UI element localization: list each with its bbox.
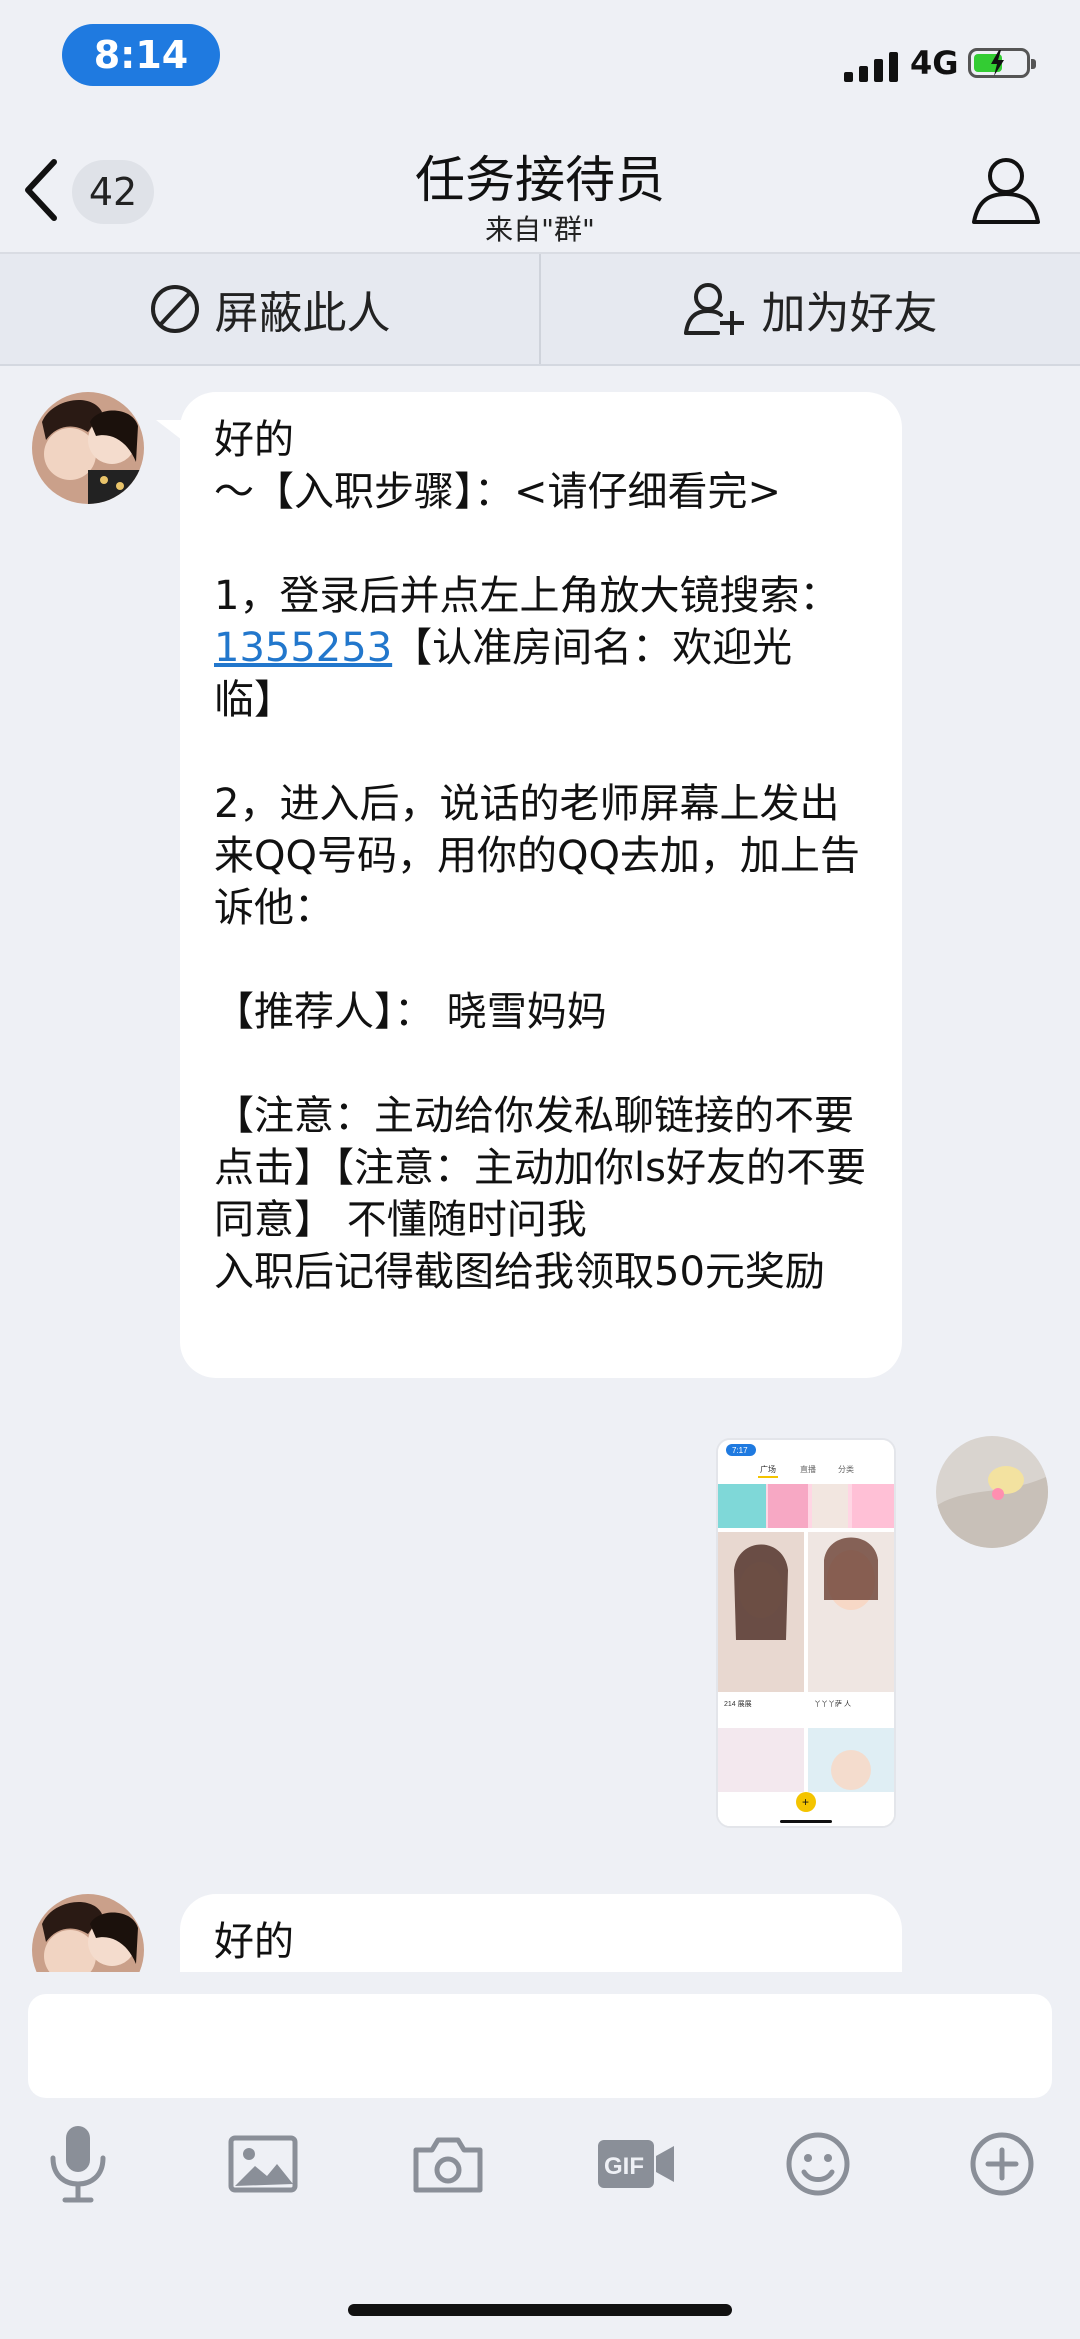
image-icon — [228, 2135, 298, 2193]
add-friend-label: 加为好友 — [761, 288, 938, 339]
image-message[interactable]: 7:17 广场 直播 分类 214 展展 丫丫丫萨 人 + — [716, 1438, 896, 1828]
page-title: 任务接待员 — [415, 151, 665, 209]
action-bar: 屏蔽此人 加为好友 — [0, 254, 1080, 366]
status-bar: 8:14 4G — [0, 0, 1080, 110]
thumb-tab-1: 广场 — [760, 1464, 776, 1474]
camera-button[interactable] — [406, 2122, 490, 2206]
svg-text:GIF: GIF — [604, 2153, 644, 2180]
thumb-caption-1: 214 展展 — [724, 1700, 752, 1708]
gif-icon: GIF — [598, 2140, 674, 2188]
microphone-icon — [50, 2126, 106, 2203]
photo-button[interactable] — [221, 2122, 305, 2206]
add-friend-button[interactable]: 加为好友 — [541, 254, 1080, 364]
thumb-tab-2: 直播 — [800, 1464, 816, 1474]
thumb-tab-3: 分类 — [838, 1464, 854, 1474]
plus-circle-icon — [970, 2132, 1034, 2196]
message-text-2: 好的 — [214, 1919, 294, 1965]
thumb-time: 7:17 — [732, 1446, 748, 1455]
profile-button[interactable] — [968, 152, 1044, 228]
nav-bar: 42 任务接待员 来自"群" — [0, 110, 1080, 252]
message-text: 好的 ～【入职步骤】：<请仔细看完> 1，登录后并点左上角放大镜搜索： — [214, 417, 840, 619]
block-user-label: 屏蔽此人 — [214, 288, 391, 339]
battery-icon — [968, 48, 1036, 78]
message-bubble[interactable]: 好的 ～【入职步骤】：<请仔细看完> 1，登录后并点左上角放大镜搜索： 13552… — [180, 392, 902, 1378]
block-icon — [150, 285, 199, 333]
network-type: 4G — [910, 44, 959, 82]
smiley-icon — [786, 2132, 850, 2196]
voice-button[interactable] — [36, 2122, 120, 2206]
svg-text:+: + — [802, 1795, 809, 1809]
add-person-icon — [683, 283, 744, 335]
emoji-button[interactable] — [776, 2122, 860, 2206]
composer-toolbar: GIF — [0, 2122, 1080, 2232]
signal-icon — [844, 50, 898, 82]
sender-avatar[interactable] — [32, 392, 144, 504]
thumb-caption-2: 丫丫丫萨 人 — [814, 1699, 851, 1708]
my-avatar[interactable] — [936, 1436, 1048, 1548]
block-user-button[interactable]: 屏蔽此人 — [0, 254, 539, 364]
room-id-link[interactable]: 1355253 — [214, 625, 392, 671]
composer: GIF — [0, 1972, 1080, 2339]
bubble-tail — [156, 420, 182, 440]
gif-button[interactable]: GIF — [590, 2122, 682, 2206]
person-icon — [972, 158, 1040, 224]
camera-icon — [413, 2137, 483, 2193]
status-time: 8:14 — [62, 24, 220, 86]
page-subtitle: 来自"群" — [485, 213, 595, 246]
home-indicator[interactable] — [348, 2304, 732, 2316]
message-input[interactable] — [28, 1994, 1052, 2098]
more-button[interactable] — [960, 2122, 1044, 2206]
message-text-continued: 【认准房间名：欢迎光临】 2，进入后，说话的老师屏幕上发出来QQ号码，用你的QQ… — [214, 625, 866, 1295]
